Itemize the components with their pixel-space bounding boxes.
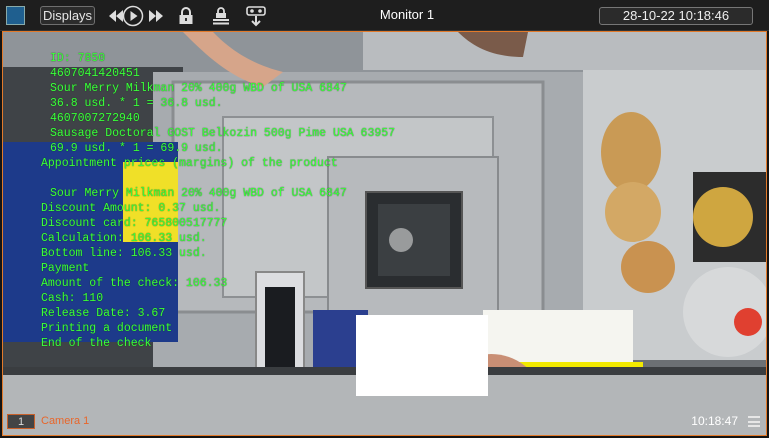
export-icon[interactable] [244, 4, 268, 28]
window-title: Monitor 1 [379, 7, 435, 22]
camera-video-viewport[interactable]: ID: 7850 4607041420451 Sour Merry Milkma… [2, 31, 767, 436]
redaction-box [356, 315, 488, 396]
top-toolbar: Displays Monitor 1 28-10-22 10:18:46 [0, 0, 769, 31]
archive-lock-icon[interactable] [209, 4, 233, 28]
camera-number-badge[interactable]: 1 [7, 414, 35, 429]
datetime-display: 28-10-22 10:18:46 [599, 7, 753, 25]
camera-status-bar: 1 Camera 1 10:18:47 [3, 412, 766, 436]
fast-forward-icon[interactable] [144, 4, 168, 28]
play-icon[interactable] [121, 4, 145, 28]
camera-time-label: 10:18:47 [691, 414, 738, 428]
app-square-icon[interactable] [6, 6, 25, 25]
displays-button[interactable]: Displays [40, 6, 95, 25]
hamburger-menu-icon[interactable] [748, 416, 760, 427]
lock-icon[interactable] [174, 4, 198, 28]
camera-name-label: Camera 1 [41, 415, 90, 427]
